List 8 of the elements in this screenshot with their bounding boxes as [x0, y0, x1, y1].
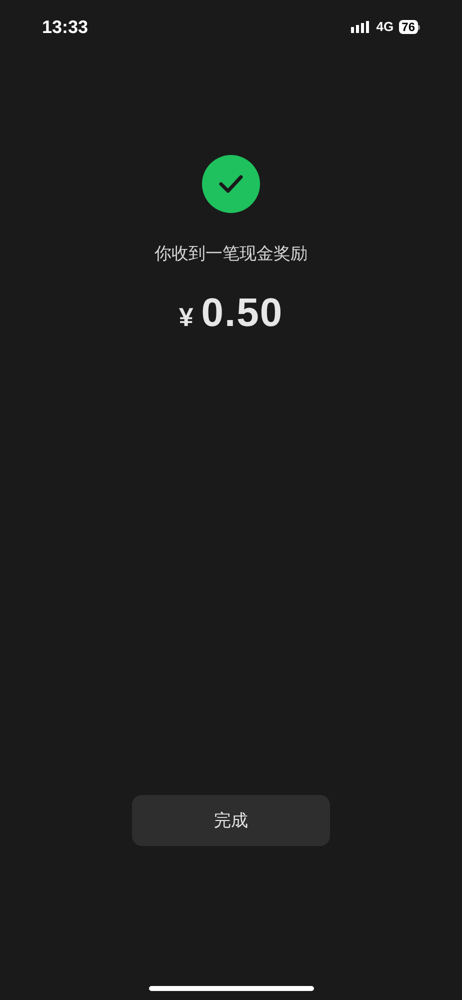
- reward-amount: 0.50: [201, 290, 284, 336]
- reward-message: 你收到一笔现金奖励: [154, 243, 308, 265]
- currency-symbol: ¥: [178, 300, 194, 334]
- network-label: 4G: [376, 18, 394, 36]
- status-time: 13:33: [42, 16, 88, 38]
- signal-icon: [351, 21, 372, 33]
- done-button[interactable]: 完成: [132, 795, 330, 846]
- battery-icon: 76: [398, 20, 420, 34]
